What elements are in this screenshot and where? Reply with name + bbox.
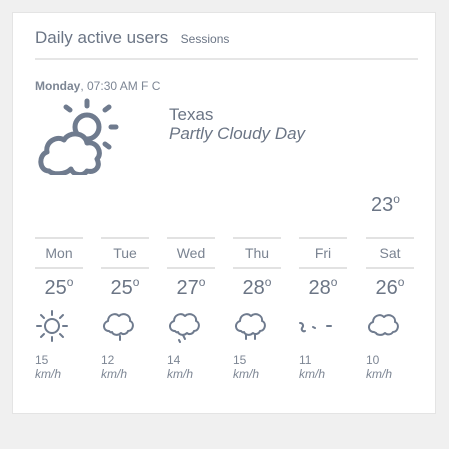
forecast-wind-value: 15 xyxy=(35,353,49,367)
forecast-wind-value: 14 xyxy=(167,353,181,367)
cloud-drizzle-icon xyxy=(167,309,215,343)
forecast-day: Fri 28o 11 km/h xyxy=(299,237,347,381)
current-datetime: Monday, 07:30 AM F C xyxy=(35,79,160,93)
widget-header: Daily active users Sessions xyxy=(35,28,418,60)
degree-symbol: o xyxy=(397,275,405,289)
degree-symbol: o xyxy=(330,275,338,289)
forecast-day: Wed 27o 14 km/h xyxy=(167,237,215,381)
forecast-temp-value: 28 xyxy=(308,277,331,299)
forecast-wind-unit: km/h xyxy=(35,367,62,381)
forecast-day-name: Fri xyxy=(299,237,347,269)
forecast-temp: 26o xyxy=(366,275,414,303)
forecast-wind-unit: km/h xyxy=(233,367,260,381)
partly-cloudy-icon xyxy=(35,97,119,178)
degree-symbol: o xyxy=(132,275,140,289)
forecast-wind: 10 km/h xyxy=(366,353,414,381)
location: Texas xyxy=(169,105,214,124)
forecast-day-name: Mon xyxy=(35,237,83,269)
forecast-wind-unit: km/h xyxy=(299,367,326,381)
forecast-wind-value: 12 xyxy=(101,353,115,367)
degree-symbol: o xyxy=(66,275,74,289)
forecast-temp: 25o xyxy=(101,275,149,303)
forecast-temp-value: 25 xyxy=(110,277,133,299)
forecast-wind: 15 km/h xyxy=(35,353,83,381)
forecast-wind-value: 10 xyxy=(366,353,380,367)
forecast-wind: 15 km/h xyxy=(233,353,281,381)
forecast-day-name: Sat xyxy=(366,237,414,269)
wind-icon xyxy=(299,309,347,343)
forecast-temp-value: 25 xyxy=(44,277,67,299)
forecast-temp: 27o xyxy=(167,275,215,303)
widget-title: Daily active users xyxy=(35,28,169,47)
forecast-day: Tue 25o 12 km/h xyxy=(101,237,149,381)
forecast-day: Thu 28o 15 km/h xyxy=(233,237,281,381)
forecast-wind-unit: km/h xyxy=(366,367,393,381)
forecast-day-name: Wed xyxy=(167,237,215,269)
forecast-wind: 11 km/h xyxy=(299,353,347,381)
forecast-temp: 28o xyxy=(299,275,347,303)
forecast-temp: 28o xyxy=(233,275,281,303)
forecast-wind-unit: km/h xyxy=(167,367,194,381)
sun-icon xyxy=(35,309,83,343)
weather-widget: Daily active users Sessions Monday, 07:3… xyxy=(12,12,436,414)
forecast-day-name: Tue xyxy=(101,237,149,269)
forecast-wind: 14 km/h xyxy=(167,353,215,381)
forecast-wind-unit: km/h xyxy=(101,367,128,381)
cloud-icon xyxy=(101,309,149,343)
cloud-rain-icon xyxy=(233,309,281,343)
forecast-temp-value: 27 xyxy=(176,277,199,299)
degree-symbol: o xyxy=(393,192,400,206)
degree-symbol: o xyxy=(198,275,206,289)
condition: Partly Cloudy Day xyxy=(169,124,306,143)
forecast-day: Mon 25o 15 km/h xyxy=(35,237,83,381)
degree-symbol: o xyxy=(264,275,272,289)
forecast-wind-value: 15 xyxy=(233,353,247,367)
current-time: , 07:30 AM F C xyxy=(80,79,161,93)
forecast-day-name: Thu xyxy=(233,237,281,269)
forecast-temp: 25o xyxy=(35,275,83,303)
forecast-day: Sat 26o 10 km/h xyxy=(366,237,414,381)
forecast-temp-value: 26 xyxy=(375,277,398,299)
forecast-temp-value: 28 xyxy=(242,277,265,299)
widget-subtitle: Sessions xyxy=(180,32,230,46)
current-temp: 23o xyxy=(371,192,400,217)
cloud-icon xyxy=(366,309,414,343)
forecast-wind: 12 km/h xyxy=(101,353,149,381)
current-day: Monday xyxy=(35,79,81,93)
forecast-wind-value: 11 xyxy=(299,353,312,367)
current-temp-value: 23 xyxy=(371,194,394,216)
